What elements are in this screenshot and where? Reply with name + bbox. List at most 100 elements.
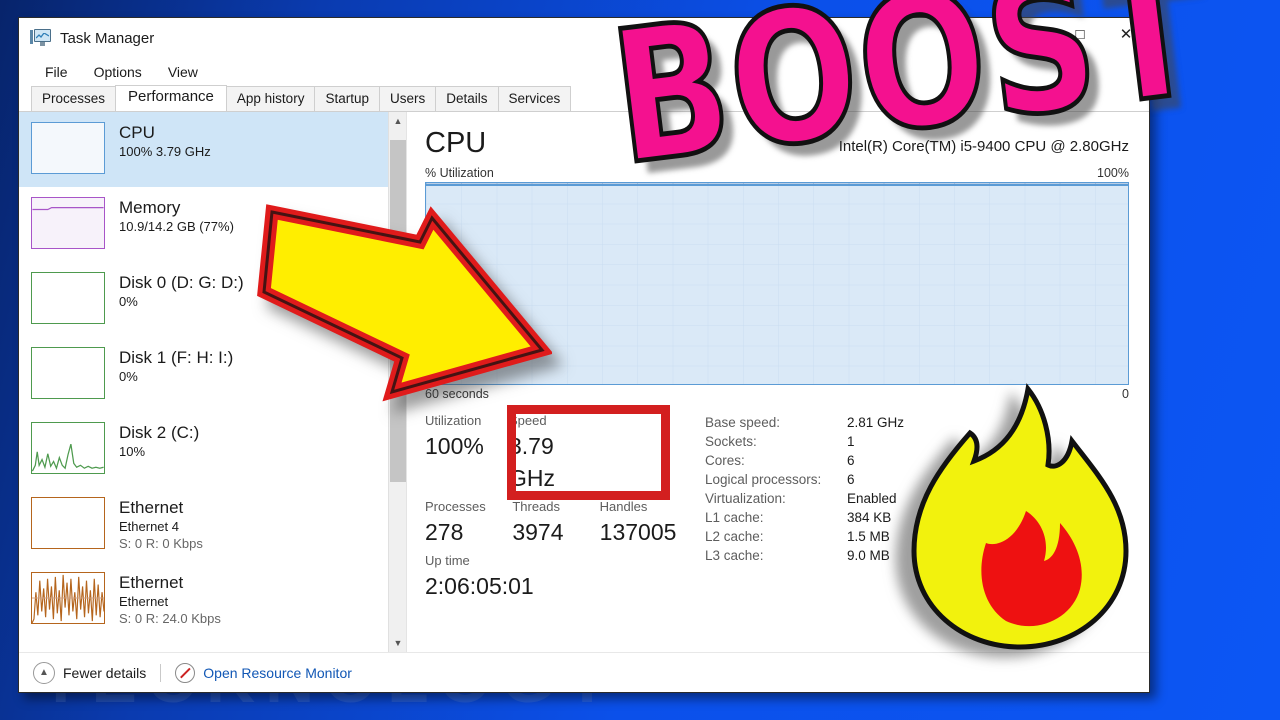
stat-value-processes: 278 [425,519,464,545]
spec-value-sockets: 1 [847,434,855,449]
footer-divider [160,663,162,682]
cpu-model-name: Intel(R) Core(TM) i5-9400 CPU @ 2.80GHz [838,138,1129,155]
stat-label-threads: Threads [512,499,561,514]
page-title: CPU [425,127,487,159]
scroll-down-icon[interactable]: ▼ [389,634,406,652]
chevron-up-icon[interactable]: ▲ [33,661,55,684]
ethernet4-thumbnail [31,497,105,549]
spec-key-l1-cache: L1 cache: [705,510,764,525]
spec-key-l3-cache: L3 cache: [705,548,764,563]
sidebar-sub-disk0: 0% [119,294,138,309]
sidebar-label-ethernet-4: Ethernet [119,498,184,517]
task-manager-window: Task Manager – □ ✕ File Options View Pro… [18,17,1150,693]
stat-value-utilization: 100% [425,433,484,459]
spec-key-base-speed: Base speed: [705,415,781,430]
sidebar-sub-ethernet: Ethernet [119,594,169,609]
graph-axis-left: 60 seconds [425,387,489,401]
tab-details[interactable]: Details [435,86,499,111]
task-manager-icon [30,28,52,48]
graph-axis-labels: 60 seconds 0 [425,387,1129,401]
tab-users[interactable]: Users [378,86,437,111]
sidebar-sub-ethernet-4: Ethernet 4 [119,519,179,534]
sidebar-label-ethernet: Ethernet [119,573,184,592]
stat-label-uptime: Up time [425,553,470,568]
stat-value-speed: 3.79 GHz [509,433,555,491]
stat-label-handles: Handles [599,499,648,514]
sidebar-label-memory: Memory [119,198,181,217]
spec-value-logical-processors: 6 [847,472,855,487]
stat-value-uptime: 2:06:05:01 [425,573,534,599]
scroll-up-icon[interactable]: ▲ [389,112,406,130]
sidebar-label-disk1: Disk 1 (F: H: I:) [119,348,234,367]
spec-key-l2-cache: L2 cache: [705,529,764,544]
stat-value-handles: 137005 [599,519,677,545]
sidebar-item-cpu[interactable]: CPU 100% 3.79 GHz [19,112,406,187]
open-resource-monitor-link[interactable]: Open Resource Monitor [203,665,352,681]
title-bar: Task Manager – □ ✕ [19,18,1149,58]
window-controls: – □ ✕ [1011,18,1149,58]
tab-strip: Processes Performance App history Startu… [19,85,1149,112]
spec-value-virtualization: Enabled [847,491,897,506]
tab-performance[interactable]: Performance [115,85,227,111]
sidebar-item-disk1[interactable]: Disk 1 (F: H: I:) 0% [19,337,406,412]
cpu-header: CPU Intel(R) Core(TM) i5-9400 CPU @ 2.80… [425,126,1129,160]
resource-list: CPU 100% 3.79 GHz Memory 10.9/14.2 GB (7… [19,112,407,652]
ethernet-thumbnail [31,572,105,624]
spec-value-cores: 6 [847,453,855,468]
spec-key-logical-processors: Logical processors: [705,472,822,487]
tab-processes[interactable]: Processes [31,86,117,111]
stat-label-processes: Processes [425,499,486,514]
window-title: Task Manager [60,29,155,47]
sidebar-item-ethernet[interactable]: Ethernet Ethernet S: 0 R: 24.0 Kbps [19,562,406,637]
tab-startup[interactable]: Startup [314,86,380,111]
cpu-stats-left: Utilization Speed 100% 3.79 GHz Processe… [425,411,687,605]
spec-value-l1-cache: 384 KB [847,510,892,525]
fewer-details-button[interactable]: Fewer details [63,665,146,681]
sidebar-item-disk2[interactable]: Disk 2 (C:) 10% [19,412,406,487]
spec-key-cores: Cores: [705,453,745,468]
sidebar-sub-disk1: 0% [119,369,138,384]
spec-value-l3-cache: 9.0 MB [847,548,890,563]
cpu-specs: Base speed: 2.81 GHz Sockets: 1 Cores: 6 Lo… [687,411,904,605]
sidebar-sub-memory: 10.9/14.2 GB (77%) [119,219,234,234]
spec-key-sockets: Sockets: [705,434,757,449]
disk0-thumbnail [31,272,105,324]
memory-thumbnail [31,197,105,249]
scrollbar-thumb[interactable] [390,140,406,482]
sidebar-label-disk0: Disk 0 (D: G: D:) [119,273,244,292]
maximize-button[interactable]: □ [1057,18,1103,50]
sidebar-item-ethernet-4[interactable]: Ethernet Ethernet 4 S: 0 R: 0 Kbps [19,487,406,562]
status-bar: ▲ Fewer details Open Resource Monitor [19,652,1149,692]
tab-services[interactable]: Services [497,86,572,111]
sidebar-label-disk2: Disk 2 (C:) [119,423,200,442]
graph-y-max: 100% [1097,166,1129,180]
close-button[interactable]: ✕ [1103,18,1149,50]
resource-monitor-icon [175,662,196,683]
tab-app-history[interactable]: App history [225,86,316,111]
sidebar-item-memory[interactable]: Memory 10.9/14.2 GB (77%) [19,187,406,262]
menu-bar: File Options View [19,58,1149,86]
menu-item-file[interactable]: File [45,64,68,80]
resource-list-scrollbar[interactable]: ▲ ▼ [388,112,406,652]
sidebar-sub-cpu: 100% 3.79 GHz [119,144,211,159]
sidebar-label-cpu: CPU [119,123,155,142]
graph-axis-right: 0 [1122,387,1129,401]
cpu-utilization-graph [425,182,1129,385]
stat-label-speed: Speed [509,413,547,428]
minimize-button[interactable]: – [1011,18,1057,50]
performance-body: CPU 100% 3.79 GHz Memory 10.9/14.2 GB (7… [19,112,1149,652]
graph-header: % Utilization 100% [425,166,1129,180]
spec-value-base-speed: 2.81 GHz [847,415,905,430]
menu-item-options[interactable]: Options [94,64,142,80]
disk1-thumbnail [31,347,105,399]
menu-item-view[interactable]: View [168,64,198,80]
spec-key-virtualization: Virtualization: [705,491,786,506]
cpu-thumbnail [31,122,105,174]
disk2-thumbnail [31,422,105,474]
stat-value-threads: 3974 [512,519,564,545]
screenshot-stage: TECKNOLOGY Task Manager – □ ✕ File Optio… [0,0,1280,720]
sidebar-sub-disk2: 10% [119,444,146,459]
sidebar-item-disk0[interactable]: Disk 0 (D: G: D:) 0% [19,262,406,337]
spec-value-l2-cache: 1.5 MB [847,529,890,544]
stat-label-utilization: Utilization [425,413,482,428]
